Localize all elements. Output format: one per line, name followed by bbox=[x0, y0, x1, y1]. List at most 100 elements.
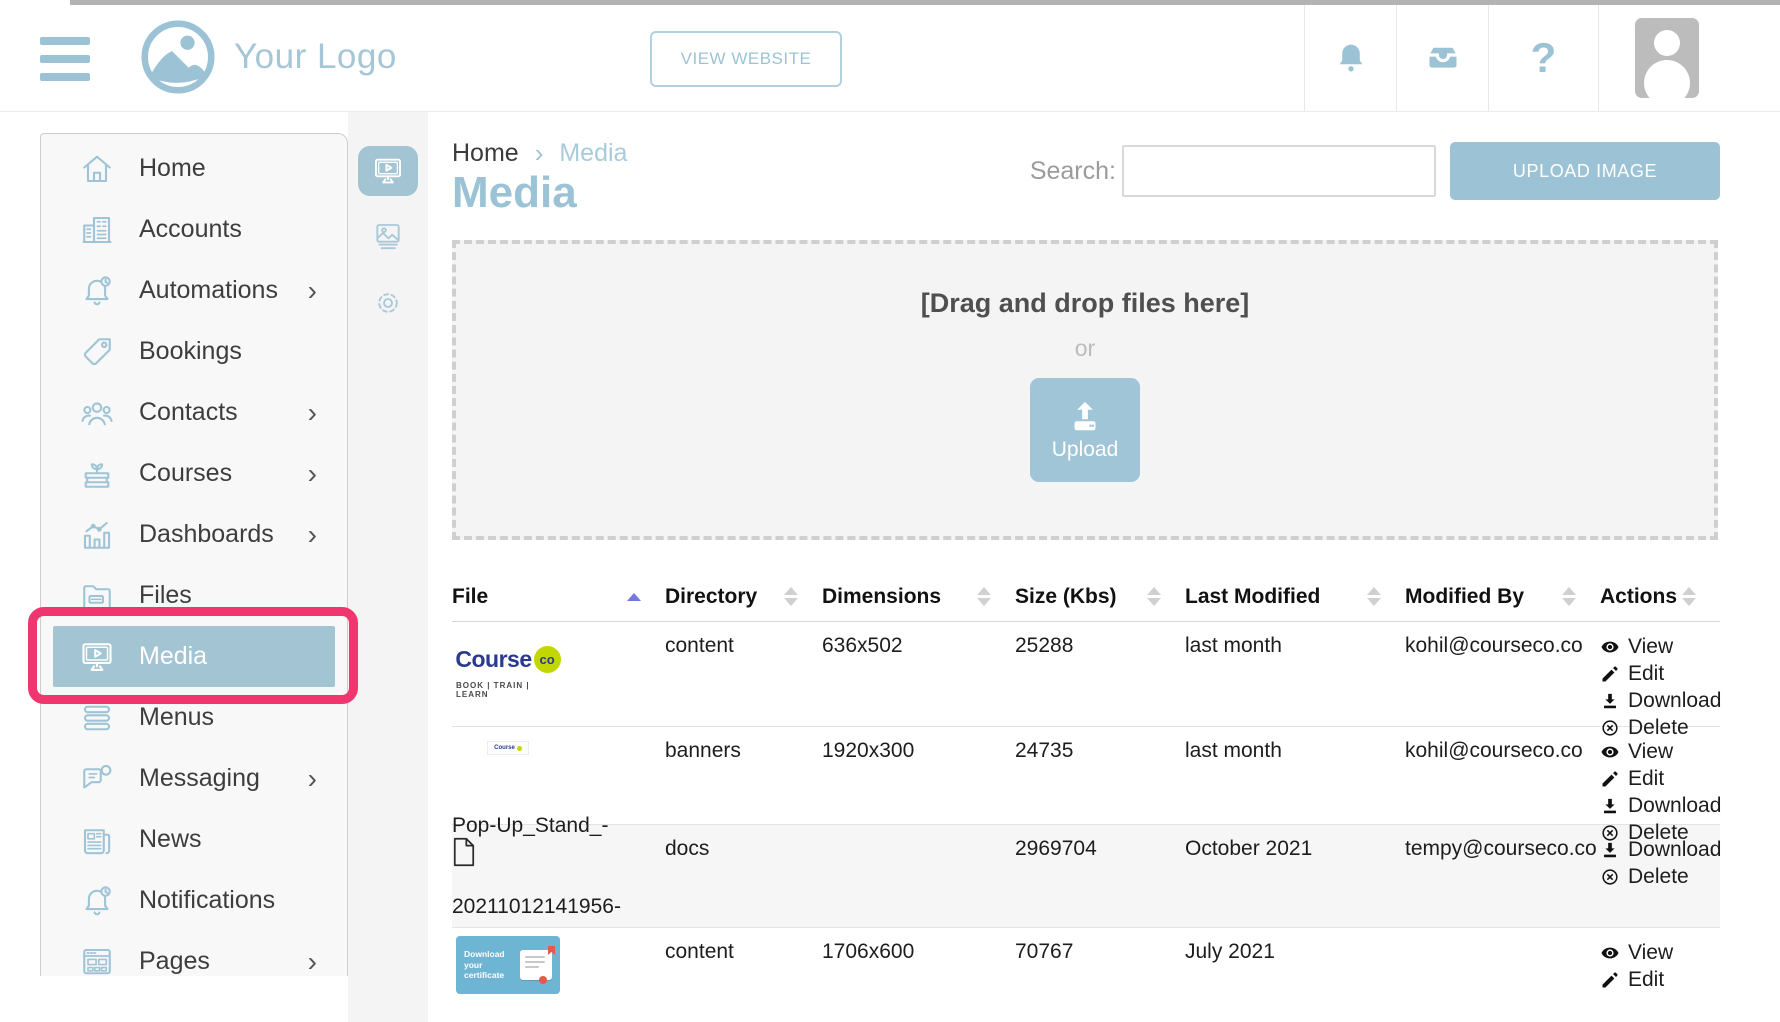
sidebar-item-courses[interactable]: Courses › bbox=[41, 443, 347, 504]
sort-icon bbox=[1562, 587, 1576, 606]
column-header-modified-by[interactable]: Modified By bbox=[1405, 572, 1600, 621]
app-window: Your Logo VIEW WEBSITE ? bbox=[0, 0, 1780, 1022]
mini-sidebar-item-images[interactable] bbox=[348, 208, 428, 266]
upload-button-label: Upload bbox=[1052, 438, 1119, 462]
eye-icon bbox=[1600, 637, 1620, 657]
sidebar-item-bookings[interactable]: Bookings bbox=[41, 321, 347, 382]
size-cell: 70767 bbox=[1015, 928, 1185, 1022]
notifications-bell-icon[interactable] bbox=[1304, 5, 1396, 111]
logo-image-icon bbox=[140, 19, 216, 95]
sidebar-item-automations[interactable]: Automations › bbox=[41, 260, 347, 321]
mini-sidebar-item-media[interactable] bbox=[348, 142, 428, 200]
download-action[interactable]: Download bbox=[1600, 793, 1720, 819]
sidebar-item-media[interactable]: Media bbox=[53, 626, 335, 687]
pencil-icon bbox=[1600, 769, 1620, 789]
column-header-dimensions[interactable]: Dimensions bbox=[822, 572, 1015, 621]
chevron-right-icon: › bbox=[308, 399, 317, 427]
edit-action[interactable]: Edit bbox=[1600, 661, 1720, 687]
dimensions-cell: 636x502 bbox=[822, 622, 1015, 741]
column-header-file[interactable]: File bbox=[452, 572, 665, 621]
dimensions-cell bbox=[822, 825, 1015, 927]
sidebar-item-pages[interactable]: Pages › bbox=[41, 931, 347, 992]
sidebar-item-contacts[interactable]: Contacts › bbox=[41, 382, 347, 443]
breadcrumb-current: Media bbox=[559, 139, 627, 168]
pencil-icon bbox=[1600, 970, 1620, 990]
search-input[interactable] bbox=[1122, 145, 1436, 197]
help-icon[interactable]: ? bbox=[1488, 5, 1598, 111]
directory-cell: content bbox=[665, 928, 822, 1022]
view-action[interactable]: View bbox=[1600, 940, 1720, 966]
sidebar-item-dashboards[interactable]: Dashboards › bbox=[41, 504, 347, 565]
dropzone-title: [Drag and drop files here] bbox=[456, 288, 1714, 319]
pages-icon bbox=[79, 944, 115, 980]
app-header: Your Logo VIEW WEBSITE ? bbox=[0, 5, 1780, 112]
breadcrumb: Home › Media bbox=[452, 138, 627, 169]
sidebar-item-accounts[interactable]: Accounts bbox=[41, 199, 347, 260]
table-row: Course Pop-Up_Stand_- banners 1920x300 2… bbox=[452, 727, 1720, 825]
view-action[interactable]: View bbox=[1600, 634, 1720, 660]
column-header-last-modified[interactable]: Last Modified bbox=[1185, 572, 1405, 621]
images-icon bbox=[372, 221, 404, 253]
last-modified-cell: July 2021 bbox=[1185, 928, 1405, 1022]
download-icon bbox=[1600, 840, 1620, 860]
delete-action[interactable]: Delete bbox=[1600, 864, 1720, 890]
media-icon bbox=[79, 639, 115, 675]
edit-action[interactable]: Edit bbox=[1600, 967, 1720, 993]
download-icon bbox=[1600, 796, 1620, 816]
column-header-size[interactable]: Size (Kbs) bbox=[1015, 572, 1185, 621]
contacts-icon bbox=[79, 395, 115, 431]
edit-action[interactable]: Edit bbox=[1600, 766, 1720, 792]
directory-cell: docs bbox=[665, 825, 822, 927]
view-action[interactable]: View bbox=[1600, 739, 1720, 765]
thumbnail-certificate-banner[interactable]: Download your certificate bbox=[456, 936, 560, 994]
media-monitor-icon bbox=[358, 146, 418, 196]
modified-by-cell: kohil@courseco.co bbox=[1405, 622, 1600, 741]
sidebar-item-home[interactable]: Home bbox=[41, 138, 347, 199]
chevron-right-icon: › bbox=[308, 277, 317, 305]
messaging-icon bbox=[79, 761, 115, 797]
download-action[interactable]: Download bbox=[1600, 837, 1720, 863]
menus-icon bbox=[79, 700, 115, 736]
user-menu[interactable] bbox=[1598, 5, 1780, 111]
thumbnail-banner-small[interactable]: Course bbox=[487, 741, 529, 755]
accounts-icon bbox=[79, 212, 115, 248]
sidebar-item-files[interactable]: Files bbox=[41, 565, 347, 626]
file-cell: 20211012141956- bbox=[452, 825, 665, 927]
upload-image-button[interactable]: UPLOAD IMAGE bbox=[1450, 142, 1720, 200]
gear-icon bbox=[372, 287, 404, 319]
actions-cell: View Edit bbox=[1600, 928, 1720, 1022]
last-modified-cell: last month bbox=[1185, 622, 1405, 741]
files-icon bbox=[79, 578, 115, 614]
chevron-right-icon: › bbox=[308, 948, 317, 976]
sort-icon bbox=[1682, 587, 1696, 606]
courses-icon bbox=[79, 456, 115, 492]
chevron-right-icon: › bbox=[308, 460, 317, 488]
page-title: Media bbox=[452, 168, 577, 218]
breadcrumb-home-link[interactable]: Home bbox=[452, 139, 519, 168]
document-icon[interactable] bbox=[452, 837, 476, 867]
sidebar-item-menus[interactable]: Menus bbox=[41, 687, 347, 748]
download-action[interactable]: Download bbox=[1600, 688, 1720, 714]
column-header-actions[interactable]: Actions bbox=[1600, 572, 1720, 621]
upload-button[interactable]: Upload bbox=[1030, 378, 1140, 482]
dimensions-cell: 1706x600 bbox=[822, 928, 1015, 1022]
eye-icon bbox=[1600, 742, 1620, 762]
table-row: Courseco BOOK | TRAIN | LEARN content 63… bbox=[452, 622, 1720, 727]
automations-icon bbox=[79, 273, 115, 309]
sidebar-item-notifications[interactable]: Notifications bbox=[41, 870, 347, 931]
column-header-directory[interactable]: Directory bbox=[665, 572, 822, 621]
thumbnail-courseco-logo[interactable]: Courseco BOOK | TRAIN | LEARN bbox=[456, 630, 560, 714]
pencil-icon bbox=[1600, 664, 1620, 684]
sort-ascending-icon bbox=[627, 593, 641, 601]
bookings-icon bbox=[79, 334, 115, 370]
file-cell: Courseco BOOK | TRAIN | LEARN bbox=[452, 622, 665, 741]
view-website-button[interactable]: VIEW WEBSITE bbox=[650, 31, 842, 87]
sidebar-nav: Home Accounts Automations › Bookings Con… bbox=[40, 133, 348, 976]
directory-cell: content bbox=[665, 622, 822, 741]
inbox-tray-icon[interactable] bbox=[1396, 5, 1488, 111]
sidebar-item-messaging[interactable]: Messaging › bbox=[41, 748, 347, 809]
mini-sidebar-item-settings[interactable] bbox=[348, 274, 428, 332]
hamburger-menu-icon[interactable] bbox=[40, 37, 90, 81]
file-dropzone[interactable]: [Drag and drop files here] or Upload bbox=[452, 240, 1718, 540]
sidebar-item-news[interactable]: News bbox=[41, 809, 347, 870]
